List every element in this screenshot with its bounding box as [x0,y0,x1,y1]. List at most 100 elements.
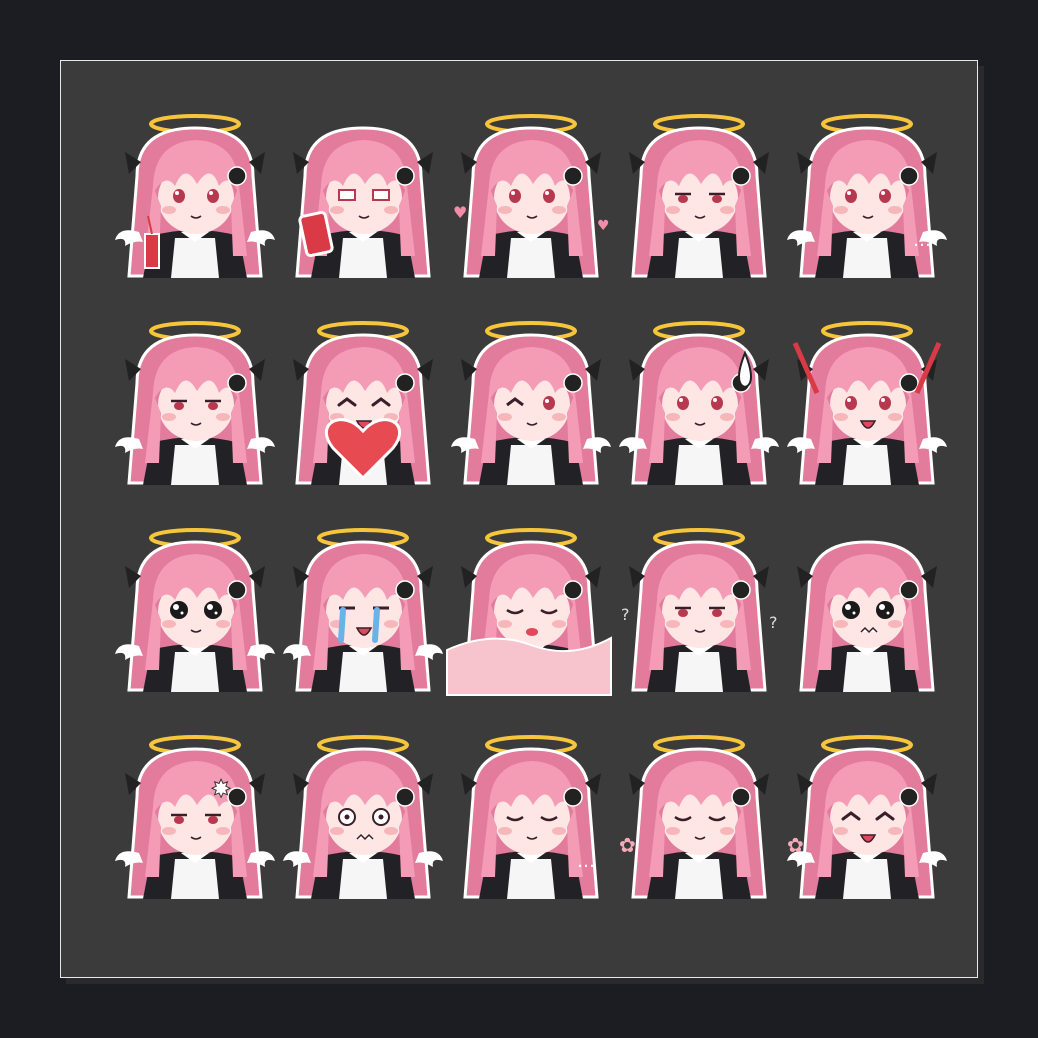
blush [666,413,680,421]
hair-clip-icon [563,373,583,393]
sticker-cheer [787,313,947,488]
sticker-shape [180,611,184,615]
hair-clip-icon [395,166,415,186]
sticker-shape [712,195,722,203]
blush [498,413,512,421]
blush [330,206,344,214]
sticker-shape [338,189,356,201]
blush [552,206,566,214]
hair-clip-icon [731,787,751,807]
sticker-shape [509,189,521,203]
sticker-sleeping [446,520,612,696]
sticker-cell[interactable]: ✿ [783,727,951,934]
sticker-shape [545,191,549,195]
sticker-shape [344,814,350,820]
sticker-cell[interactable]: ?? [615,520,783,727]
sticker-cell[interactable] [615,106,783,313]
sticker-shape [545,399,549,403]
blush [552,413,566,421]
star-icon: ✿ [619,833,636,857]
blush [162,827,176,835]
anger-icon: ✸ [211,775,231,803]
sticker-angry: ✸ [115,727,275,902]
sticker-shape [170,601,188,619]
blush [162,206,176,214]
blush [834,827,848,835]
blush [162,413,176,421]
sticker-shape [173,604,179,610]
sticker-cell[interactable] [783,520,951,727]
sticker-cell[interactable] [279,313,447,520]
sticker-cell[interactable] [279,727,447,934]
sticker-cell[interactable]: … [783,106,951,313]
blush [498,206,512,214]
sticker-shape [209,191,213,195]
hair-clip-icon [731,580,751,600]
apron [843,652,891,692]
sticker-shape [879,396,891,410]
apron [843,445,891,485]
blush [720,827,734,835]
sticker-shocked [283,727,443,902]
blush [834,206,848,214]
sticker-sipping [283,106,443,281]
sticker-cell[interactable] [279,106,447,313]
hair-clip-icon [731,166,751,186]
apron [675,859,723,899]
sticker-shape [847,191,851,195]
sticker-shape [842,601,860,619]
hair-clip-icon [395,787,415,807]
sticker-shape [881,191,885,195]
blush [666,827,680,835]
question-icon: ? [621,605,630,624]
sticker-shape [713,398,717,402]
sticker-cell[interactable] [279,520,447,727]
sticker-cell[interactable]: ✸ [111,727,279,934]
blush [384,620,398,628]
hair-clip-icon [227,373,247,393]
sticker-cell[interactable] [111,106,279,313]
hair-clip-icon [563,787,583,807]
hair-clip-icon [899,787,919,807]
sticker-pout: ♥ ♥ [451,106,611,281]
sticker-shape [174,402,184,410]
sticker-cell[interactable] [111,520,279,727]
sticker-cell[interactable] [447,313,615,520]
apron [507,445,555,485]
sticker-shape [372,189,390,201]
hair-clip-icon [227,166,247,186]
blush [666,620,680,628]
sticker-shape [378,814,384,820]
heart-icon: ♥ [453,203,467,222]
sticker-grid: ♥ ♥ … ? ? ✸ … ✿ ✿ [111,106,951,936]
sticker-shape [886,611,890,615]
blush [834,413,848,421]
sticker-cell[interactable]: ♥ ♥ [447,106,615,313]
sticker-crying [283,520,443,695]
sticker-shape [679,398,683,402]
apron [507,238,555,278]
sticker-happy [283,313,443,488]
apron [843,238,891,278]
hair-clip-icon [899,373,919,393]
sticker-sick [115,313,275,488]
sticker-cell[interactable]: ✿ [615,727,783,934]
sticker-cell[interactable] [111,313,279,520]
sticker-shape [204,601,222,619]
blush [216,827,230,835]
sticker-wink [451,313,611,488]
hair-clip-icon [227,580,247,600]
sticker-cell[interactable] [615,313,783,520]
sticker-shape [876,601,894,619]
apron [675,238,723,278]
sticker-cell[interactable]: … [447,727,615,934]
sticker-shape [711,396,723,410]
sticker-cell[interactable] [446,520,615,727]
sticker-cell[interactable] [783,313,951,520]
sticker-shape [845,189,857,203]
blush [666,206,680,214]
sticker-smug [619,106,779,281]
apron [339,652,387,692]
sticker-shape [174,816,184,824]
sticker-shape [543,189,555,203]
